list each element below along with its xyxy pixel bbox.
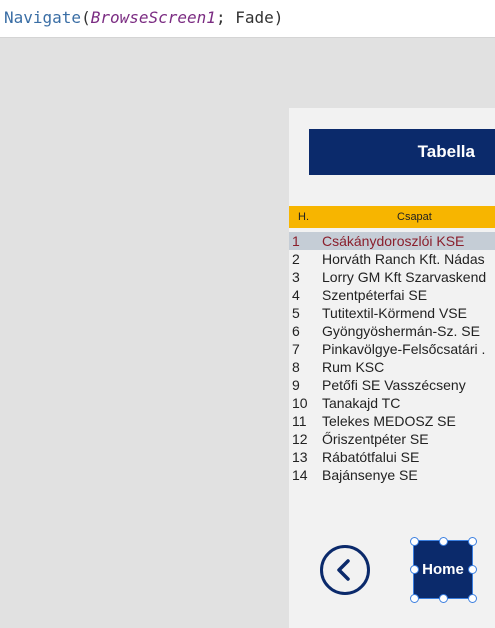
resize-handle-top-right[interactable]	[468, 537, 477, 546]
row-team: Rum KSC	[322, 359, 385, 375]
resize-handle-top-center[interactable]	[439, 537, 448, 546]
title-bar: Tabella	[309, 129, 495, 175]
row-team: Őriszentpéter SE	[322, 431, 429, 447]
table-row[interactable]: 13 Rábatótfalui SE	[289, 448, 495, 466]
home-label: Home	[422, 561, 464, 578]
resize-handle-bottom-center[interactable]	[439, 594, 448, 603]
row-position: 9	[292, 377, 300, 393]
back-button[interactable]	[320, 545, 370, 595]
row-team: Petőfi SE Vasszécseny	[322, 377, 466, 393]
formula-screen-arg: BrowseScreen1	[90, 8, 216, 27]
table-header: H. Csapat	[289, 206, 495, 228]
row-position: 14	[292, 467, 308, 483]
row-position: 10	[292, 395, 308, 411]
table-row[interactable]: 7 Pinkavölgye-Felsőcsatári .	[289, 340, 495, 358]
resize-handle-bottom-right[interactable]	[468, 594, 477, 603]
app-screen: Tabella H. Csapat 1 Csákánydoroszlói KSE 2…	[289, 108, 495, 628]
row-position: 8	[292, 359, 300, 375]
row-team: Tanakajd TC	[322, 395, 401, 411]
formula-close-paren: )	[273, 8, 284, 27]
resize-handle-bottom-left[interactable]	[410, 594, 419, 603]
formula-function: Navigate	[4, 8, 82, 27]
row-team: Tutitextil-Körmend VSE	[322, 305, 467, 321]
row-position: 7	[292, 341, 300, 357]
row-position: 11	[292, 413, 307, 429]
row-team: Gyöngyöshermán-Sz. SE	[322, 323, 480, 339]
row-team: Horváth Ranch Kft. Nádas	[322, 251, 485, 267]
table-row[interactable]: 12 Őriszentpéter SE	[289, 430, 495, 448]
row-team: Bajánsenye SE	[322, 467, 418, 483]
formula-transition: Fade	[235, 8, 274, 27]
table-row[interactable]: 14 Bajánsenye SE	[289, 466, 495, 484]
formula-bar[interactable]: Navigate(BrowseScreen1; Fade)	[0, 0, 495, 38]
table-row[interactable]: 4 Szentpéterfai SE	[289, 286, 495, 304]
table-row[interactable]: 6 Gyöngyöshermán-Sz. SE	[289, 322, 495, 340]
row-team: Szentpéterfai SE	[322, 287, 428, 303]
resize-handle-middle-right[interactable]	[468, 565, 477, 574]
row-team: Pinkavölgye-Felsőcsatári .	[322, 341, 486, 357]
header-team: Csapat	[397, 211, 432, 223]
standings-list[interactable]: 1 Csákánydoroszlói KSE 2 Horváth Ranch Kft.…	[289, 232, 495, 484]
row-position: 4	[292, 287, 300, 303]
table-row[interactable]: 11 Telekes MEDOSZ SE	[289, 412, 495, 430]
home-button[interactable]: Home	[413, 540, 473, 599]
screen-title: Tabella	[417, 142, 475, 161]
row-position: 1	[292, 233, 300, 249]
row-position: 5	[292, 305, 300, 321]
row-position: 12	[292, 431, 308, 447]
table-row[interactable]: 3 Lorry GM Kft Szarvaskend	[289, 268, 495, 286]
formula-text[interactable]: Navigate(BrowseScreen1; Fade)	[4, 8, 283, 27]
table-row[interactable]: 2 Horváth Ranch Kft. Nádas	[289, 250, 495, 268]
table-row[interactable]: 5 Tutitextil-Körmend VSE	[289, 304, 495, 322]
row-team: Rábatótfalui SE	[322, 449, 420, 465]
row-team: Csákánydoroszlói KSE	[322, 233, 465, 249]
row-position: 13	[292, 449, 308, 465]
formula-open-paren: (	[81, 8, 91, 27]
table-row[interactable]: 9 Petőfi SE Vasszécseny	[289, 376, 495, 394]
table-row[interactable]: 8 Rum KSC	[289, 358, 495, 376]
resize-handle-middle-left[interactable]	[410, 565, 419, 574]
row-team: Lorry GM Kft Szarvaskend	[322, 269, 487, 285]
row-position: 3	[292, 269, 300, 285]
resize-handle-top-left[interactable]	[410, 537, 419, 546]
row-position: 2	[292, 251, 300, 267]
formula-separator: ;	[215, 8, 236, 27]
table-row[interactable]: 1 Csákánydoroszlói KSE	[289, 232, 495, 250]
table-row[interactable]: 10 Tanakajd TC	[289, 394, 495, 412]
chevron-left-icon	[337, 559, 350, 581]
row-position: 6	[292, 323, 300, 339]
header-position: H.	[298, 211, 309, 223]
row-team: Telekes MEDOSZ SE	[322, 413, 456, 429]
